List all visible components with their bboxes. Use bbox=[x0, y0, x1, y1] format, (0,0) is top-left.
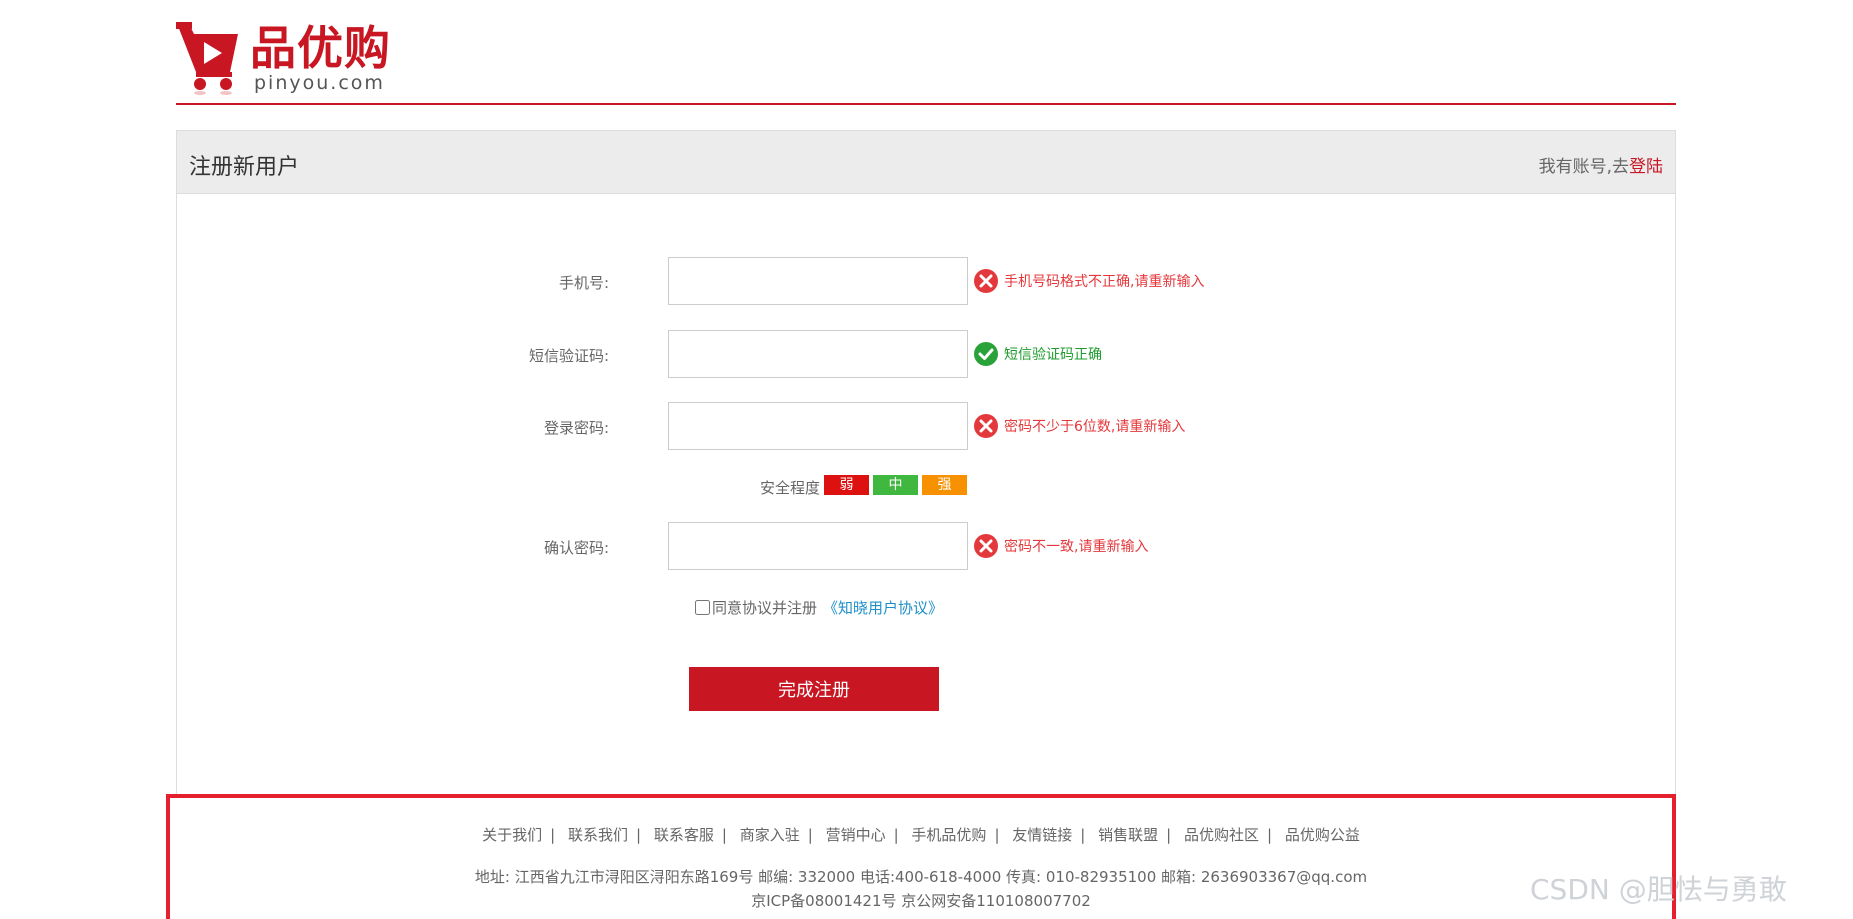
confirm-error-message: 密码不一致,请重新输入 bbox=[973, 533, 1148, 559]
user-agreement-link[interactable]: 《知晓用户协议》 bbox=[823, 597, 943, 618]
error-icon bbox=[974, 534, 998, 558]
sms-row: 短信验证码: 短信验证码正确 bbox=[177, 330, 1677, 378]
phone-input[interactable] bbox=[668, 257, 968, 305]
password-strength: 安全程度 弱 中 强 bbox=[177, 475, 1677, 497]
sms-code-input[interactable] bbox=[668, 330, 968, 378]
phone-label: 手机号: bbox=[558, 274, 609, 292]
watermark: CSDN @胆怯与勇敢 bbox=[1530, 873, 1787, 906]
confirm-label: 确认密码: bbox=[543, 539, 609, 557]
login-link[interactable]: 登陆 bbox=[1629, 157, 1663, 177]
strength-label: 安全程度 bbox=[759, 479, 820, 497]
footer-icp: 京ICP备08001421号 京公网安备110108007702 bbox=[751, 892, 1091, 910]
password-label: 登录密码: bbox=[543, 419, 609, 437]
login-prompt: 我有账号,去登陆 bbox=[1539, 152, 1663, 177]
confirm-password-input[interactable] bbox=[668, 522, 968, 570]
footer-link[interactable]: 友情链接 bbox=[1012, 826, 1072, 844]
footer-link[interactable]: 关于我们 bbox=[482, 826, 542, 844]
page-title: 注册新用户 bbox=[189, 155, 300, 180]
check-icon bbox=[974, 342, 998, 366]
footer-links: 关于我们 | 联系我们 | 联系客服 | 商家入驻 | 营销中心 | 手机品优购 | 友情链… bbox=[482, 826, 1360, 844]
error-icon bbox=[974, 269, 998, 293]
password-error-text: 密码不少于6位数,请重新输入 bbox=[1004, 419, 1186, 435]
sms-ok-message: 短信验证码正确 bbox=[973, 341, 1102, 367]
footer-link[interactable]: 品优购社区 bbox=[1184, 826, 1259, 844]
footer-address: 地址: 江西省九江市浔阳区浔阳东路169号 邮编: 332000 电话:400-… bbox=[474, 868, 1368, 886]
password-input[interactable] bbox=[668, 402, 968, 450]
confirm-row: 确认密码: 密码不一致,请重新输入 bbox=[177, 522, 1677, 570]
register-panel: 注册新用户 我有账号,去登陆 手机号: 手机号码格式不正确,请重新输入 短信验证… bbox=[176, 130, 1676, 800]
logo-text-cn: 品优购 bbox=[250, 21, 391, 75]
site-footer: 关于我们 | 联系我们 | 联系客服 | 商家入驻 | 营销中心 | 手机品优购 | 友情链… bbox=[166, 794, 1676, 919]
footer-link[interactable]: 手机品优购 bbox=[911, 826, 986, 844]
login-prompt-text: 我有账号,去 bbox=[1538, 157, 1629, 177]
complete-register-button[interactable]: 完成注册 bbox=[689, 667, 939, 711]
agree-text: 同意协议并注册 bbox=[712, 599, 818, 617]
sms-ok-text: 短信验证码正确 bbox=[1004, 347, 1102, 363]
footer-link[interactable]: 销售联盟 bbox=[1098, 826, 1158, 844]
agree-checkbox[interactable] bbox=[695, 600, 710, 615]
panel-header: 注册新用户 我有账号,去登陆 bbox=[177, 131, 1675, 194]
footer-link[interactable]: 营销中心 bbox=[826, 826, 886, 844]
phone-error-message: 手机号码格式不正确,请重新输入 bbox=[973, 268, 1204, 294]
footer-link[interactable]: 联系我们 bbox=[568, 826, 628, 844]
password-error-message: 密码不少于6位数,请重新输入 bbox=[973, 413, 1185, 439]
footer-link[interactable]: 联系客服 bbox=[654, 826, 714, 844]
footer-link[interactable]: 品优购公益 bbox=[1285, 826, 1360, 844]
password-row: 登录密码: 密码不少于6位数,请重新输入 bbox=[177, 402, 1677, 450]
strength-medium: 中 bbox=[873, 475, 918, 495]
strength-strong: 强 bbox=[922, 475, 967, 495]
sms-label: 短信验证码: bbox=[528, 347, 609, 365]
confirm-error-text: 密码不一致,请重新输入 bbox=[1004, 539, 1149, 555]
agreement: 同意协议并注册 《知晓用户协议》 bbox=[695, 597, 943, 618]
site-logo[interactable]: 品优购 pinyou.com bbox=[176, 18, 416, 98]
strength-weak: 弱 bbox=[824, 475, 869, 495]
error-icon bbox=[974, 414, 998, 438]
footer-link[interactable]: 商家入驻 bbox=[740, 826, 800, 844]
site-header: 品优购 pinyou.com bbox=[176, 0, 1676, 105]
phone-row: 手机号: 手机号码格式不正确,请重新输入 bbox=[177, 257, 1677, 305]
phone-error-text: 手机号码格式不正确,请重新输入 bbox=[1004, 274, 1205, 290]
shopping-cart-icon bbox=[176, 22, 238, 95]
logo-text-en: pinyou.com bbox=[254, 72, 385, 94]
